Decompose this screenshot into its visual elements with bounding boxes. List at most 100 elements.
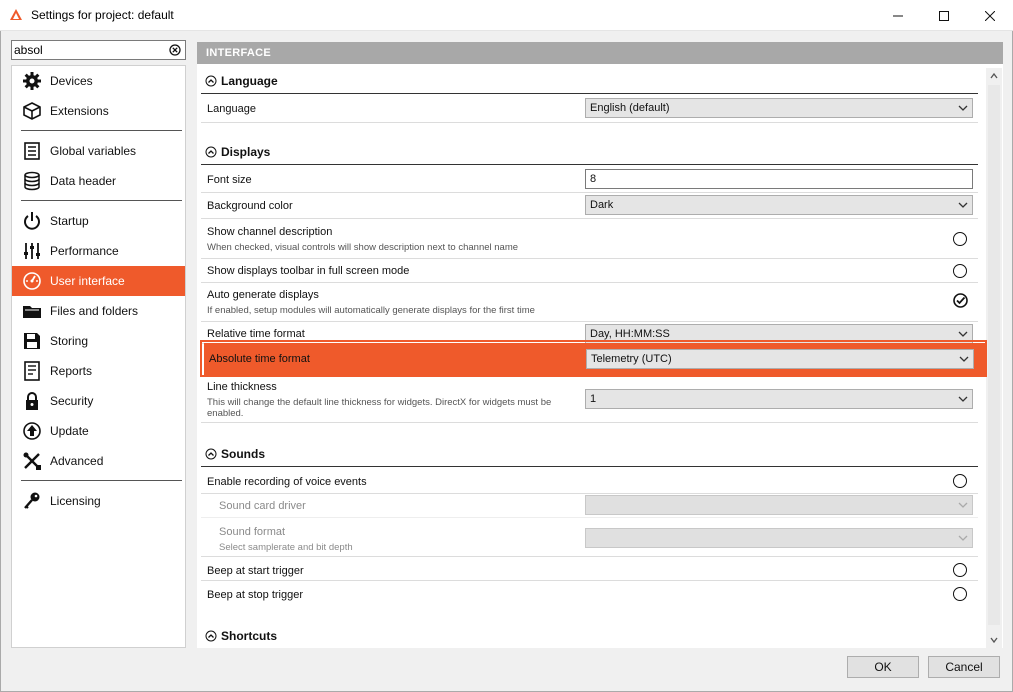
- chevron-down-icon: [958, 502, 968, 508]
- line-thickness-select[interactable]: 1: [585, 389, 973, 409]
- maximize-button[interactable]: [921, 0, 967, 31]
- beep-start-toggle[interactable]: [953, 563, 967, 577]
- setting-row-line-thickness: Line thickness This will change the defa…: [201, 377, 978, 423]
- setting-row-auto-generate-displays: Auto generate displays If enabled, setup…: [201, 283, 978, 322]
- sidebar-item-devices[interactable]: Devices: [12, 66, 185, 96]
- setting-row-font-size: Font size 8: [201, 166, 978, 193]
- sound-card-driver-select[interactable]: [585, 495, 973, 515]
- sidebar-item-update[interactable]: Update: [12, 416, 185, 446]
- report-icon: [24, 361, 40, 381]
- setting-description: Select samplerate and bit depth: [219, 542, 353, 553]
- setting-row-show-channel-description: Show channel description When checked, v…: [201, 219, 978, 259]
- power-icon: [24, 212, 40, 230]
- setting-row-beep-stop: Beep at stop trigger: [201, 581, 978, 605]
- chevron-down-icon: [958, 331, 968, 337]
- collapse-chevron-icon: [205, 448, 217, 460]
- setting-row-enable-voice-recording: Enable recording of voice events: [201, 468, 978, 494]
- beep-stop-toggle[interactable]: [953, 587, 967, 601]
- setting-row-relative-time-format: Relative time format Day, HH:MM:SS: [201, 322, 978, 344]
- tools-icon: [23, 452, 41, 470]
- sidebar-item-label: Devices: [50, 74, 93, 88]
- section-title: Language: [221, 74, 278, 88]
- cube-icon: [23, 102, 41, 120]
- sidebar-item-label: Global variables: [50, 144, 137, 158]
- search-box: [11, 40, 186, 60]
- sidebar-item-startup[interactable]: Startup: [12, 206, 185, 236]
- sidebar-item-label: Files and folders: [50, 304, 139, 318]
- sidebar-item-global-variables[interactable]: Global variables: [12, 136, 185, 166]
- title-bar: Settings for project: default: [0, 0, 1013, 31]
- absolute-time-format-select[interactable]: Telemetry (UTC): [586, 349, 974, 369]
- gear-icon: [23, 72, 41, 90]
- clear-search-icon[interactable]: [169, 44, 181, 56]
- sidebar-item-user-interface[interactable]: User interface: [12, 266, 185, 296]
- sidebar-item-label: User interface: [50, 274, 125, 288]
- scroll-up-icon[interactable]: [990, 72, 998, 80]
- section-shortcuts[interactable]: Shortcuts: [201, 623, 978, 647]
- language-select[interactable]: English (default): [585, 98, 973, 118]
- collapse-chevron-icon: [205, 630, 217, 642]
- sidebar-item-label: Extensions: [50, 104, 109, 118]
- relative-time-format-select[interactable]: Day, HH:MM:SS: [585, 324, 973, 344]
- sidebar-item-storing[interactable]: Storing: [12, 326, 185, 356]
- setting-label: Auto generate displays: [207, 289, 319, 301]
- section-displays[interactable]: Displays: [201, 139, 978, 165]
- sidebar-item-label: Licensing: [50, 494, 101, 508]
- sidebar-item-advanced[interactable]: Advanced: [12, 446, 185, 476]
- sidebar-item-licensing[interactable]: Licensing: [12, 486, 185, 516]
- cancel-button[interactable]: Cancel: [928, 656, 1000, 678]
- section-sounds[interactable]: Sounds: [201, 441, 978, 467]
- close-icon: [985, 10, 995, 21]
- setting-row-beep-start: Beep at start trigger: [201, 557, 978, 581]
- chevron-down-icon: [959, 356, 969, 362]
- close-button[interactable]: [967, 0, 1013, 31]
- show-toolbar-fullscreen-toggle[interactable]: [953, 264, 967, 278]
- collapse-chevron-icon: [205, 75, 217, 87]
- collapse-chevron-icon: [205, 146, 217, 158]
- sound-format-select[interactable]: [585, 528, 973, 548]
- check-circle-icon[interactable]: [953, 293, 968, 308]
- app-logo-icon: [10, 9, 22, 20]
- setting-label: Enable recording of voice events: [207, 476, 367, 488]
- show-channel-description-toggle[interactable]: [953, 232, 967, 246]
- enable-voice-recording-toggle[interactable]: [953, 474, 967, 488]
- ok-button[interactable]: OK: [847, 656, 919, 678]
- sidebar-item-label: Security: [50, 394, 94, 408]
- section-title: Displays: [221, 145, 271, 159]
- sidebar-item-label: Update: [50, 424, 89, 438]
- background-color-select[interactable]: Dark: [585, 195, 973, 215]
- select-value: 1: [590, 393, 597, 405]
- setting-label: Sound format: [219, 526, 286, 538]
- chevron-down-icon: [958, 105, 968, 111]
- sidebar-item-performance[interactable]: Performance: [12, 236, 185, 266]
- gauge-icon: [23, 272, 41, 290]
- panel-header: INTERFACE: [197, 42, 1003, 64]
- sidebar-item-reports[interactable]: Reports: [12, 356, 185, 386]
- setting-label: Line thickness: [207, 381, 277, 393]
- vertical-scrollbar[interactable]: [986, 68, 1002, 648]
- setting-label: Show displays toolbar in full screen mod…: [207, 265, 410, 277]
- font-size-input[interactable]: 8: [585, 169, 973, 189]
- minimize-button[interactable]: [875, 0, 921, 31]
- search-input[interactable]: [14, 42, 164, 58]
- sidebar-item-files-and-folders[interactable]: Files and folders: [12, 296, 185, 326]
- section-language[interactable]: Language: [201, 68, 978, 94]
- sidebar-item-security[interactable]: Security: [12, 386, 185, 416]
- setting-row-language: Language English (default): [201, 95, 978, 123]
- setting-label: Language: [207, 103, 256, 115]
- sidebar-item-extensions[interactable]: Extensions: [12, 96, 185, 126]
- setting-description: This will change the default line thickn…: [207, 397, 552, 419]
- setting-label: Show channel description: [207, 226, 333, 238]
- floppy-disk-icon: [24, 333, 40, 349]
- sidebar-item-data-header[interactable]: Data header: [12, 166, 185, 196]
- maximize-icon: [939, 10, 949, 21]
- section-title: Sounds: [221, 447, 265, 461]
- setting-row-show-toolbar-fullscreen: Show displays toolbar in full screen mod…: [201, 259, 978, 283]
- sidebar-nav: Devices Extensions Global variables Data…: [11, 65, 186, 648]
- setting-description: When checked, visual controls will show …: [207, 242, 519, 253]
- sidebar-item-label: Startup: [50, 214, 89, 228]
- select-value: Day, HH:MM:SS: [590, 328, 670, 340]
- scroll-thumb[interactable]: [988, 85, 1000, 625]
- setting-label: Background color: [207, 200, 293, 212]
- scroll-down-icon[interactable]: [990, 636, 998, 644]
